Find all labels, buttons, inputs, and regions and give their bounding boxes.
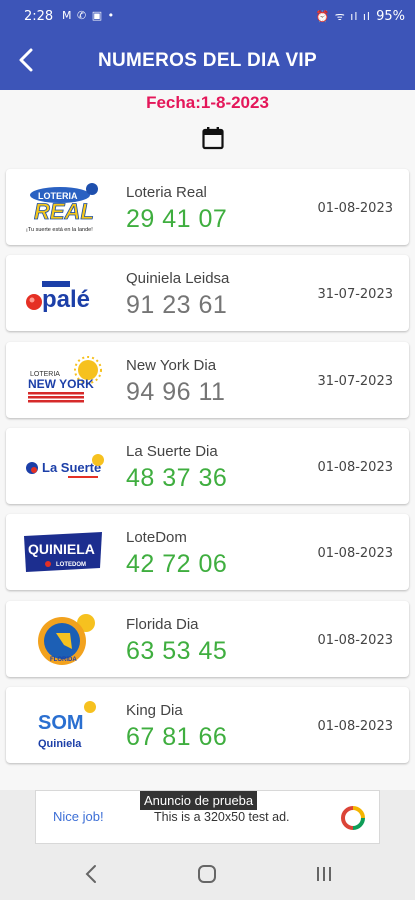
draw-date: 01-08-2023 <box>317 633 393 648</box>
lottery-name: New York Dia <box>126 357 217 374</box>
winning-numbers: 67 81 66 <box>126 723 228 751</box>
draw-date: 01-08-2023 <box>317 546 393 561</box>
winning-numbers: 63 53 45 <box>126 637 228 665</box>
notification-icons: M ✆ ▣ • <box>62 9 116 22</box>
lottery-name: LoteDom <box>126 529 187 546</box>
nav-home-icon <box>198 865 216 883</box>
new-york-logo: LOTERIA NEW YORK <box>20 352 104 408</box>
florida-logo: FLORIDA <box>20 611 104 667</box>
page-title: NUMEROS DEL DIA VIP <box>98 50 317 71</box>
svg-text:La Suerte: La Suerte <box>42 460 101 475</box>
calendar-icon <box>202 127 224 150</box>
winning-numbers: 29 41 07 <box>126 205 228 233</box>
la-suerte-logo: La Suerte <box>20 438 104 494</box>
svg-text:¡Tu suerte está en la lande!: ¡Tu suerte está en la lande! <box>26 227 93 233</box>
nav-recents-button[interactable] <box>312 862 336 886</box>
result-card-king-dia[interactable]: SOM Quiniela King Dia 67 81 66 01-08-202… <box>6 687 409 763</box>
lottery-name: Quiniela Leidsa <box>126 270 230 287</box>
draw-date: 31-07-2023 <box>317 374 393 389</box>
lottery-name: La Suerte Dia <box>126 443 218 460</box>
lottery-name: King Dia <box>126 702 183 719</box>
battery-level: 95% <box>376 9 405 24</box>
status-bar: 2:28 M ✆ ▣ • ⏰ ᯤ ıl ıl 95% <box>0 0 415 32</box>
lottery-name: Florida Dia <box>126 616 199 633</box>
svg-text:LOTEDOM: LOTEDOM <box>56 562 86 568</box>
svg-text:QUINIELA: QUINIELA <box>28 541 95 557</box>
winning-numbers: 91 23 61 <box>126 291 228 319</box>
nav-back-icon <box>85 865 96 883</box>
result-card-quiniela-leidsa[interactable]: palé Quiniela Leidsa 91 23 61 31-07-2023 <box>6 255 409 331</box>
svg-text:Quiniela: Quiniela <box>38 738 82 750</box>
svg-text:palé: palé <box>42 286 90 313</box>
svg-text:REAL: REAL <box>34 199 94 224</box>
calendar-button[interactable] <box>202 126 224 150</box>
svg-text:FLORIDA: FLORIDA <box>50 657 77 663</box>
draw-date: 31-07-2023 <box>317 287 393 302</box>
ad-logo-icon <box>339 804 367 832</box>
draw-date: 01-08-2023 <box>317 201 393 216</box>
nav-back-button[interactable] <box>80 862 104 886</box>
result-card-florida-dia[interactable]: FLORIDA Florida Dia 63 53 45 01-08-2023 <box>6 601 409 677</box>
result-card-lotedom[interactable]: QUINIELA LOTEDOM LoteDom 42 72 06 01-08-… <box>6 514 409 590</box>
ad-banner[interactable]: Anuncio de prueba Nice job! This is a 32… <box>35 790 380 844</box>
svg-text:SOM: SOM <box>38 712 84 734</box>
lottery-name: Loteria Real <box>126 184 207 201</box>
svg-text:NEW YORK: NEW YORK <box>28 377 94 391</box>
app-bar: NUMEROS DEL DIA VIP <box>0 32 415 90</box>
winning-numbers: 42 72 06 <box>126 550 228 578</box>
winning-numbers: 94 96 11 <box>126 378 226 406</box>
loteria-real-logo: LOTERIA REAL ¡Tu suerte está en la lande… <box>20 179 104 235</box>
result-card-la-suerte-dia[interactable]: La Suerte La Suerte Dia 48 37 36 01-08-2… <box>6 428 409 504</box>
date-label: Fecha:1-8-2023 <box>146 93 269 112</box>
draw-date: 01-08-2023 <box>317 460 393 475</box>
ad-message: This is a 320x50 test ad. <box>154 810 290 824</box>
nav-home-button[interactable] <box>195 862 219 886</box>
result-card-new-york-dia[interactable]: LOTERIA NEW YORK New York Dia 94 96 11 3… <box>6 342 409 418</box>
result-card-loteria-real[interactable]: LOTERIA REAL ¡Tu suerte está en la lande… <box>6 169 409 245</box>
quiniela-lotedom-logo: QUINIELA LOTEDOM <box>20 524 104 580</box>
ad-label: Anuncio de prueba <box>140 791 258 810</box>
draw-date: 01-08-2023 <box>317 719 393 734</box>
system-icons: ⏰ ᯤ ıl ıl <box>315 10 371 23</box>
status-time: 2:28 <box>24 9 54 24</box>
results-list: Fecha:1-8-2023 LOTERIA REAL ¡Tu suerte e… <box>0 90 415 790</box>
ad-headline: Nice job! <box>53 809 104 824</box>
som-quiniela-logo: SOM Quiniela <box>20 697 104 753</box>
winning-numbers: 48 37 36 <box>126 464 228 492</box>
system-nav-bar <box>0 848 415 900</box>
pale-logo: palé <box>20 265 104 321</box>
nav-recents-icon <box>317 867 331 881</box>
